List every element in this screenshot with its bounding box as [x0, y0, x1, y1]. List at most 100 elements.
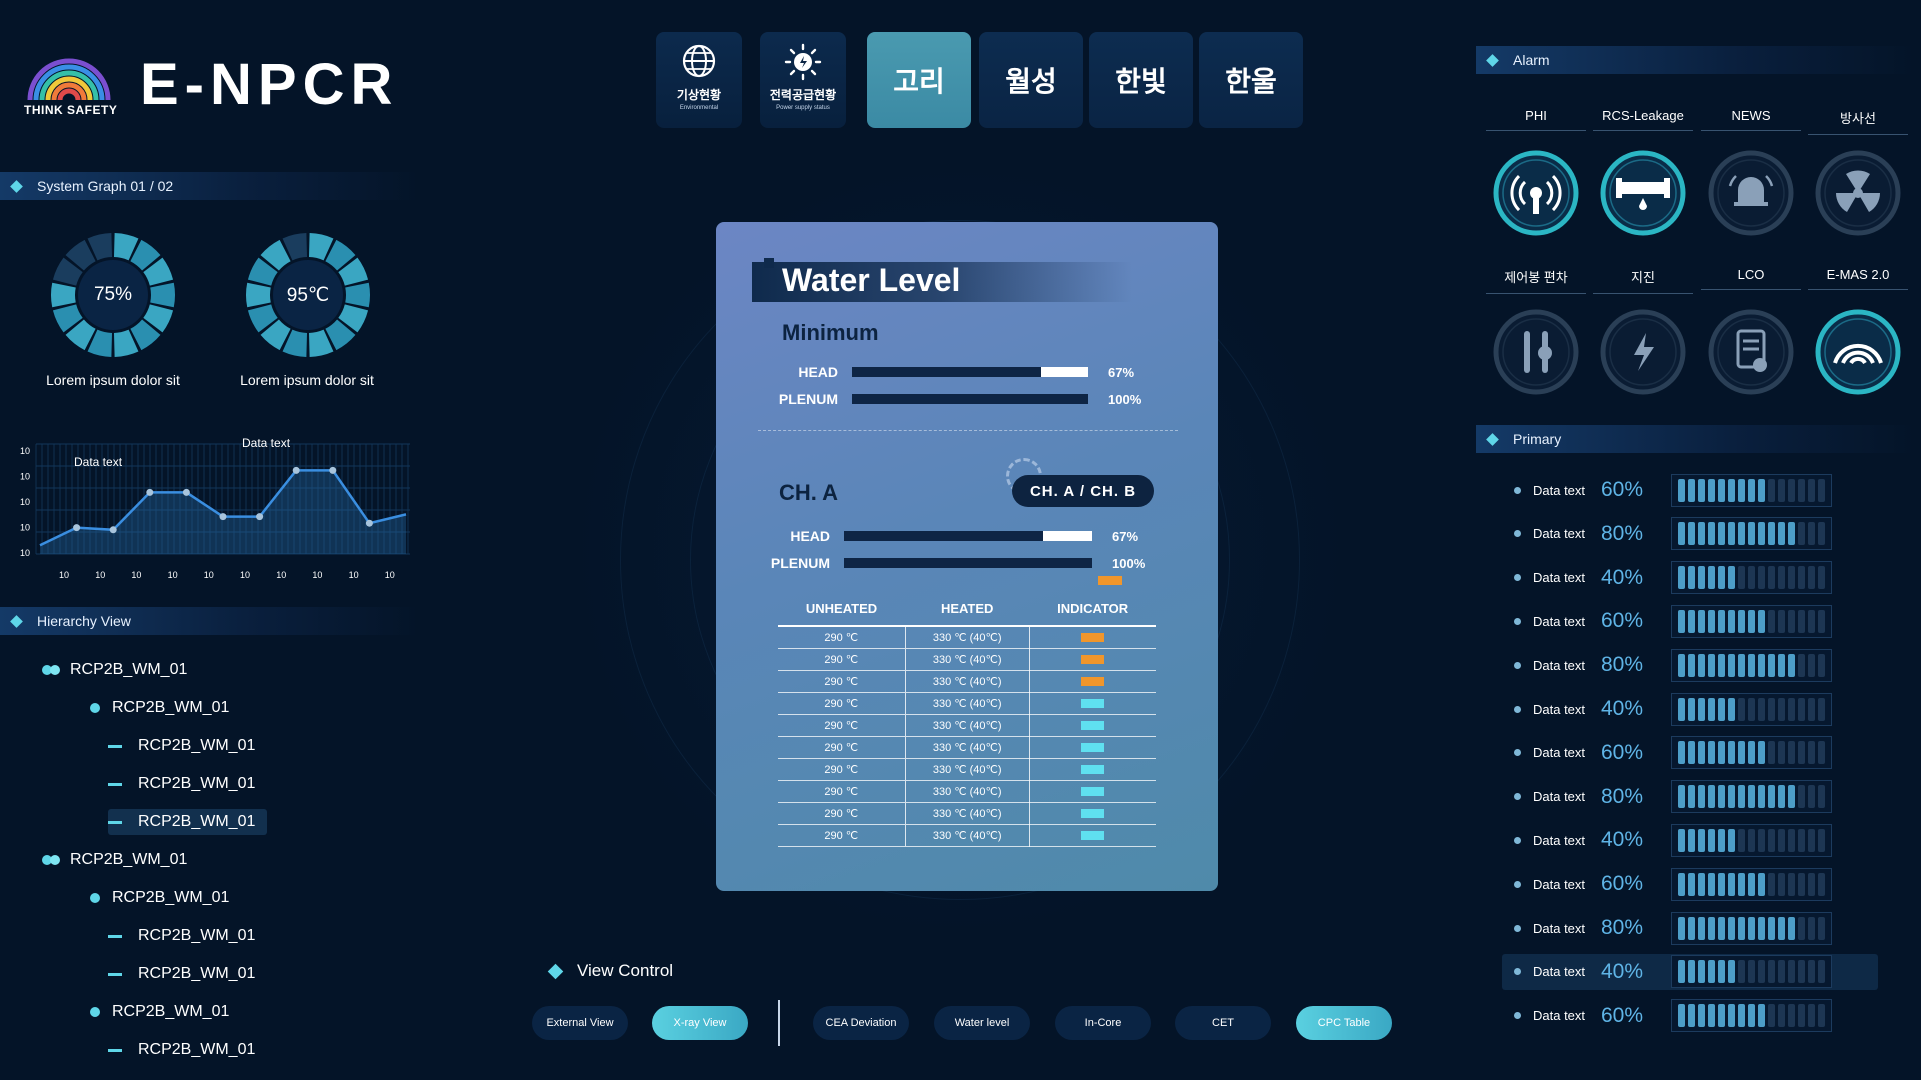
- primary-header: Primary: [1476, 425, 1916, 453]
- tree-item[interactable]: RCP2B_WM_01: [108, 809, 268, 835]
- level-segment: [1708, 741, 1715, 765]
- primary-row[interactable]: Data text 60%: [1502, 998, 1878, 1034]
- primary-row[interactable]: Data text 40%: [1502, 691, 1878, 727]
- level-segment: [1728, 872, 1735, 896]
- water-level-button[interactable]: Water level: [934, 1006, 1030, 1040]
- level-segment: [1708, 828, 1715, 852]
- primary-row[interactable]: Data text 60%: [1502, 472, 1878, 508]
- cet-button[interactable]: CET: [1175, 1006, 1271, 1040]
- level-segment: [1718, 741, 1725, 765]
- tree-item[interactable]: RCP2B_WM_01: [108, 1037, 255, 1063]
- document-check-icon[interactable]: [1708, 309, 1794, 395]
- tree-item[interactable]: RCP2B_WM_01: [90, 885, 229, 911]
- level-segment: [1778, 566, 1785, 590]
- tab-hanul[interactable]: 한울: [1199, 32, 1303, 128]
- primary-row[interactable]: Data text 40%: [1502, 822, 1878, 858]
- primary-label: Data text: [1533, 482, 1586, 498]
- primary-row[interactable]: Data text 60%: [1502, 603, 1878, 639]
- level-segment: [1798, 1004, 1805, 1028]
- primary-row[interactable]: Data text 40%: [1502, 953, 1878, 990]
- radiation-icon[interactable]: [1815, 150, 1901, 236]
- tree-item-label: RCP2B_WM_01: [138, 965, 256, 982]
- tree-item[interactable]: RCP2B_WM_01: [108, 733, 255, 759]
- power-supply-sublabel: Power supply status: [776, 105, 830, 111]
- level-segment: [1808, 872, 1815, 896]
- level-segment: [1748, 916, 1755, 940]
- pipe-leak-icon[interactable]: [1600, 150, 1686, 236]
- alarm-label: NEWS: [1701, 108, 1801, 131]
- gauge-1: 75%: [48, 230, 178, 360]
- level-segment: [1708, 697, 1715, 721]
- bell-icon[interactable]: [1708, 150, 1794, 236]
- level-segment: [1688, 960, 1695, 984]
- tab-kori[interactable]: 고리: [867, 32, 971, 128]
- bar-percent: 67%: [1108, 364, 1135, 380]
- level-segment: [1708, 916, 1715, 940]
- level-segment: [1758, 872, 1765, 896]
- level-segment: [1698, 522, 1705, 546]
- tree-item-label: RCP2B_WM_01: [112, 889, 230, 906]
- bullet-icon: [1514, 574, 1521, 582]
- leaf-dash-icon: [108, 782, 122, 786]
- bullet-icon: [1514, 661, 1521, 669]
- level-segment: [1708, 522, 1715, 546]
- level-segment: [1748, 828, 1755, 852]
- table-row: 290 ℃ 330 ℃ (40℃): [778, 626, 1156, 649]
- channel-toggle-button[interactable]: CH. A / CH. B: [1012, 475, 1154, 507]
- diamond-icon: [547, 963, 564, 979]
- level-segment: [1738, 522, 1745, 546]
- level-segment: [1808, 785, 1815, 809]
- channel-title: CH. A: [779, 480, 839, 505]
- cpc-table-button[interactable]: CPC Table: [1296, 1006, 1392, 1040]
- x-tick-label: 10: [59, 570, 69, 580]
- primary-row[interactable]: Data text 60%: [1502, 735, 1878, 771]
- unheated-cell: 290 ℃: [778, 758, 906, 781]
- tree-item[interactable]: RCP2B_WM_01: [108, 771, 255, 797]
- xray-view-button[interactable]: X-ray View: [652, 1006, 748, 1040]
- level-segment: [1778, 872, 1785, 896]
- level-segment: [1818, 785, 1825, 809]
- weather-status-button[interactable]: 기상현황 Environmental: [656, 32, 742, 128]
- level-segment: [1678, 609, 1685, 633]
- level-bar: [1671, 648, 1832, 682]
- primary-row[interactable]: Data text 80%: [1502, 516, 1878, 552]
- tree-item[interactable]: RCP2B_WM_01: [90, 999, 229, 1025]
- level-segment: [1678, 566, 1685, 590]
- earthquake-icon[interactable]: [1600, 309, 1686, 395]
- table-row: 290 ℃ 330 ℃ (40℃): [778, 648, 1156, 671]
- level-segment: [1778, 478, 1785, 502]
- level-bar: [1671, 561, 1832, 595]
- control-rod-icon[interactable]: [1493, 309, 1579, 395]
- signal-arc-icon[interactable]: [1815, 309, 1901, 395]
- primary-row[interactable]: Data text 60%: [1502, 866, 1878, 902]
- y-tick-label: 10: [20, 548, 30, 558]
- bar-percent: 100%: [1112, 555, 1146, 571]
- tree-item[interactable]: RCP2B_WM_01: [108, 961, 255, 987]
- antenna-icon[interactable]: [1493, 150, 1579, 236]
- tab-wolsong[interactable]: 월성: [979, 32, 1083, 128]
- primary-row[interactable]: Data text 80%: [1502, 779, 1878, 815]
- level-segment: [1678, 697, 1685, 721]
- level-segment: [1798, 785, 1805, 809]
- tree-item[interactable]: RCP2B_WM_01: [108, 923, 255, 949]
- primary-value: 60%: [1601, 478, 1644, 501]
- primary-row[interactable]: Data text 40%: [1502, 560, 1878, 596]
- primary-row[interactable]: Data text 80%: [1502, 647, 1878, 683]
- cea-deviation-button[interactable]: CEA Deviation: [813, 1006, 909, 1040]
- power-supply-button[interactable]: 전력공급현황 Power supply status: [760, 32, 846, 128]
- tab-hanbit[interactable]: 한빛: [1089, 32, 1193, 128]
- primary-label: Data text: [1533, 526, 1586, 542]
- tree-item[interactable]: RCP2B_WM_01: [42, 847, 187, 873]
- primary-row[interactable]: Data text 80%: [1502, 910, 1878, 946]
- indicator-cell: [1029, 626, 1156, 649]
- external-view-button[interactable]: External View: [532, 1006, 628, 1040]
- tree-item[interactable]: RCP2B_WM_01: [42, 657, 187, 683]
- primary-value: 40%: [1601, 828, 1644, 852]
- tree-item[interactable]: RCP2B_WM_01: [90, 695, 229, 721]
- globe-icon: [682, 44, 716, 78]
- indicator-cell: [1029, 692, 1156, 715]
- bullet-icon: [1514, 486, 1521, 494]
- level-segment: [1748, 872, 1755, 896]
- in-core-button[interactable]: In-Core: [1055, 1006, 1151, 1040]
- level-segment: [1818, 609, 1825, 633]
